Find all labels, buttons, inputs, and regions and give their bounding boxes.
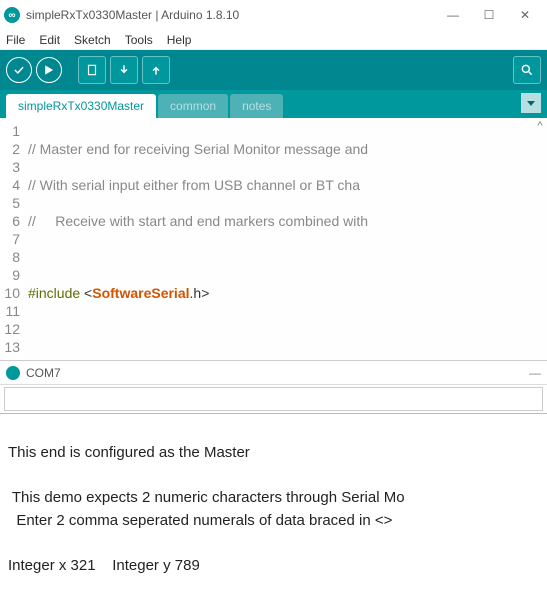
arduino-icon: ∞ [4, 7, 20, 23]
tab-strip: simpleRxTx0330Master common notes [0, 90, 547, 118]
window-titlebar: ∞ simpleRxTx0330Master | Arduino 1.8.10 … [0, 0, 547, 30]
upload-button[interactable] [36, 57, 62, 83]
menu-edit[interactable]: Edit [37, 33, 62, 47]
serial-input[interactable] [4, 387, 543, 411]
menu-tools[interactable]: Tools [123, 33, 155, 47]
toolbar [0, 50, 547, 90]
serial-output[interactable]: This end is configured as the Master Thi… [0, 413, 547, 606]
serial-line: Enter 2 comma seperated numerals of data… [8, 512, 392, 529]
window-title: simpleRxTx0330Master | Arduino 1.8.10 [26, 8, 435, 22]
serial-minimize-button[interactable]: — [529, 366, 541, 380]
minimize-button[interactable]: — [435, 1, 471, 29]
menu-help[interactable]: Help [165, 33, 194, 47]
serial-monitor: COM7 — This end is configured as the Mas… [0, 360, 547, 606]
code-editor[interactable]: ^ 1 2 3 4 5 6 7 8 9 10 11 12 13 // Maste… [0, 118, 547, 360]
serial-line: This end is configured as the Master [8, 444, 250, 461]
tab-common[interactable]: common [158, 94, 228, 118]
new-button[interactable] [78, 56, 106, 84]
menu-bar: File Edit Sketch Tools Help [0, 30, 547, 50]
serial-line: Integer x 321 Integer y 789 [8, 557, 200, 574]
arduino-icon [6, 366, 20, 380]
tab-menu-dropdown[interactable] [521, 93, 541, 113]
serial-titlebar: COM7 — [0, 361, 547, 385]
open-button[interactable] [110, 56, 138, 84]
menu-file[interactable]: File [4, 33, 27, 47]
line-gutter: 1 2 3 4 5 6 7 8 9 10 11 12 13 [0, 118, 24, 360]
tab-notes[interactable]: notes [230, 94, 283, 118]
verify-button[interactable] [6, 57, 32, 83]
serial-line: This demo expects 2 numeric characters t… [8, 489, 405, 506]
serial-monitor-button[interactable] [513, 56, 541, 84]
close-button[interactable]: ✕ [507, 1, 543, 29]
tab-main[interactable]: simpleRxTx0330Master [6, 94, 156, 118]
serial-port-label: COM7 [26, 366, 61, 380]
scroll-up-arrow[interactable]: ^ [533, 120, 547, 134]
code-area[interactable]: // Master end for receiving Serial Monit… [24, 118, 547, 360]
save-button[interactable] [142, 56, 170, 84]
maximize-button[interactable]: ☐ [471, 1, 507, 29]
menu-sketch[interactable]: Sketch [72, 33, 113, 47]
